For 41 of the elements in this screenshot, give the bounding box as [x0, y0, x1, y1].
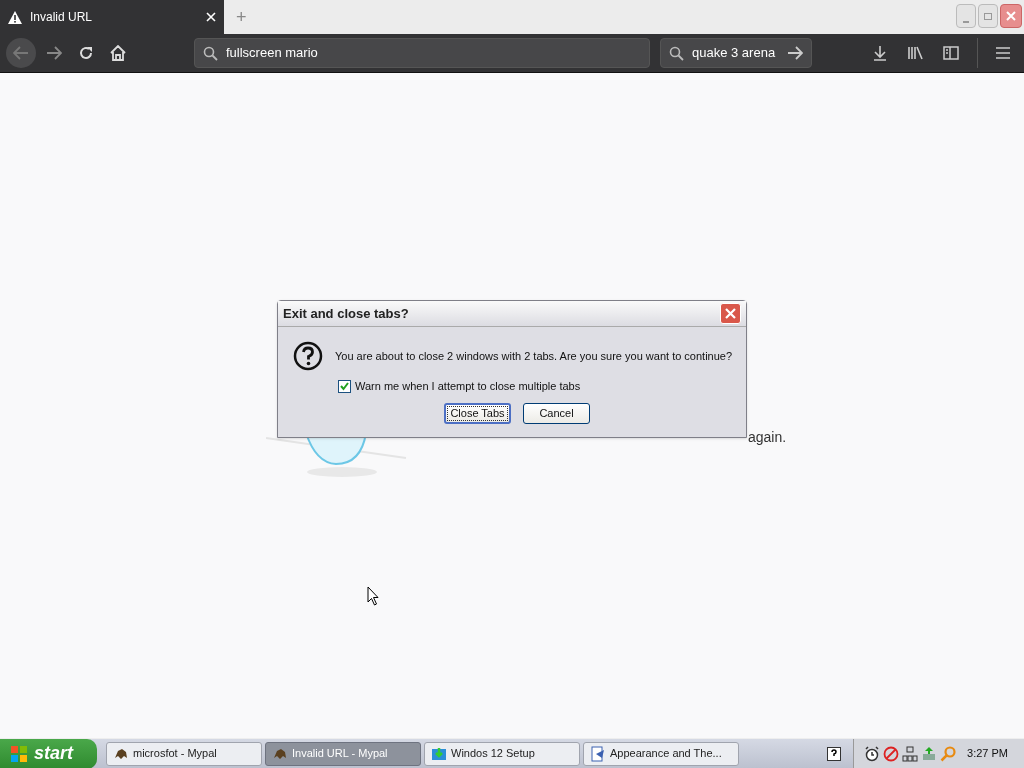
address-field[interactable]: fullscreen mario — [194, 38, 650, 68]
browser-tab[interactable]: Invalid URL — [0, 0, 224, 34]
menu-icon[interactable] — [996, 47, 1010, 59]
close-icon — [725, 308, 736, 319]
search-icon — [669, 45, 684, 61]
library-icon[interactable] — [907, 45, 923, 61]
search-icon — [203, 45, 218, 61]
close-icon — [1006, 11, 1016, 21]
network-icon[interactable] — [902, 745, 919, 762]
error-message: again. — [748, 428, 787, 447]
taskbar-button[interactable]: Appearance and The... — [583, 741, 739, 766]
taskbar-button[interactable]: microsfot - Mypal — [106, 741, 262, 766]
dialog-message: You are about to close 2 windows with 2 tabs. Are you sure you want to continue? — [335, 348, 733, 364]
reload-icon[interactable] — [78, 45, 94, 61]
dialog-button[interactable]: Close Tabs — [444, 402, 511, 424]
dialog-title: Exit and close tabs? — [283, 304, 410, 323]
search-field[interactable]: quake 3 arena — [660, 38, 812, 68]
clock: 3:27 PM — [967, 746, 1008, 762]
home-icon[interactable] — [110, 45, 126, 61]
alarm-clock-icon[interactable] — [864, 745, 881, 762]
close-button[interactable] — [1000, 4, 1022, 28]
arrow-icon[interactable] — [787, 46, 803, 60]
close-icon[interactable] — [206, 12, 216, 22]
start-button[interactable]: start — [0, 738, 97, 768]
warning-icon — [8, 10, 22, 24]
cursor-icon — [367, 586, 380, 606]
windows-logo-icon — [10, 744, 28, 763]
checkbox[interactable] — [338, 379, 351, 393]
taskbar-button[interactable]: Windos 12 Setup — [424, 741, 580, 766]
help-icon[interactable] — [827, 746, 842, 761]
tab-title: Invalid URL — [30, 9, 94, 26]
back-icon — [13, 46, 29, 60]
sidebar-icon[interactable] — [943, 46, 959, 60]
forward-icon[interactable] — [46, 46, 62, 60]
panel-icon — [590, 745, 606, 762]
download-icon — [431, 745, 447, 762]
dialog-button[interactable]: Cancel — [523, 402, 590, 424]
checkbox-label: Warn me when I attempt to close multiple tabs — [355, 379, 581, 394]
download-icon[interactable] — [873, 45, 887, 61]
question-icon — [293, 341, 323, 371]
back-button[interactable] — [6, 38, 36, 68]
